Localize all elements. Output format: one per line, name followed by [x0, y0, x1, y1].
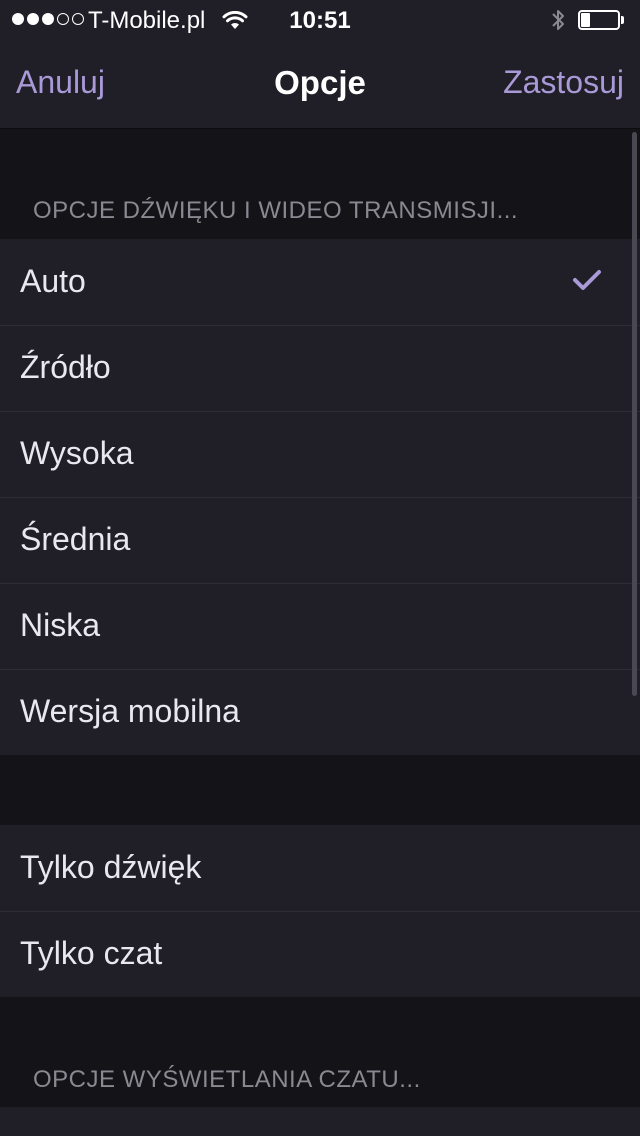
checkmark-icon [572, 269, 602, 296]
option-auto[interactable]: Auto [0, 239, 640, 325]
option-high[interactable]: Wysoka [0, 411, 640, 497]
battery-fill [581, 13, 590, 27]
option-label: Auto [20, 263, 86, 299]
bluetooth-icon [550, 8, 566, 39]
status-time: 10:51 [289, 7, 351, 34]
option-label: Tylko dźwięk [20, 849, 202, 885]
quality-options-list: Auto Źródło Wysoka Średnia Niska Wersja … [0, 239, 640, 755]
option-audio-only[interactable]: Tylko dźwięk [0, 825, 640, 911]
option-source[interactable]: Źródło [0, 325, 640, 411]
option-label: Wysoka [20, 435, 134, 471]
option-mobile[interactable]: Wersja mobilna [0, 669, 640, 755]
option-medium[interactable]: Średnia [0, 497, 640, 583]
battery-tip [621, 16, 624, 24]
battery-icon [578, 10, 624, 30]
navigation-bar: Anuluj Opcje Zastosuj [0, 40, 640, 128]
option-low[interactable]: Niska [0, 583, 640, 669]
scroll-indicator[interactable] [632, 132, 637, 696]
apply-button[interactable]: Zastosuj [503, 64, 624, 101]
chat-options-list [0, 1107, 640, 1136]
status-bar: T-Mobile.pl 10:51 [0, 0, 640, 40]
option-chat-only[interactable]: Tylko czat [0, 911, 640, 997]
options-screen: T-Mobile.pl 10:51 Anuluj Opcje Zastosuj … [0, 0, 640, 1136]
top-bar: T-Mobile.pl 10:51 Anuluj Opcje Zastosuj [0, 0, 640, 129]
section-header-chat: OPCJE WYŚWIETLANIA CZATU... [33, 1066, 421, 1093]
option-label: Źródło [20, 349, 111, 385]
option-label: Średnia [20, 521, 131, 557]
section-header-quality: OPCJE DŹWIĘKU I WIDEO TRANSMISJI... [33, 197, 519, 224]
option-label: Niska [20, 607, 101, 643]
option-label: Tylko czat [20, 935, 163, 971]
extra-options-list: Tylko dźwięk Tylko czat [0, 825, 640, 997]
option-label: Wersja mobilna [20, 693, 240, 729]
